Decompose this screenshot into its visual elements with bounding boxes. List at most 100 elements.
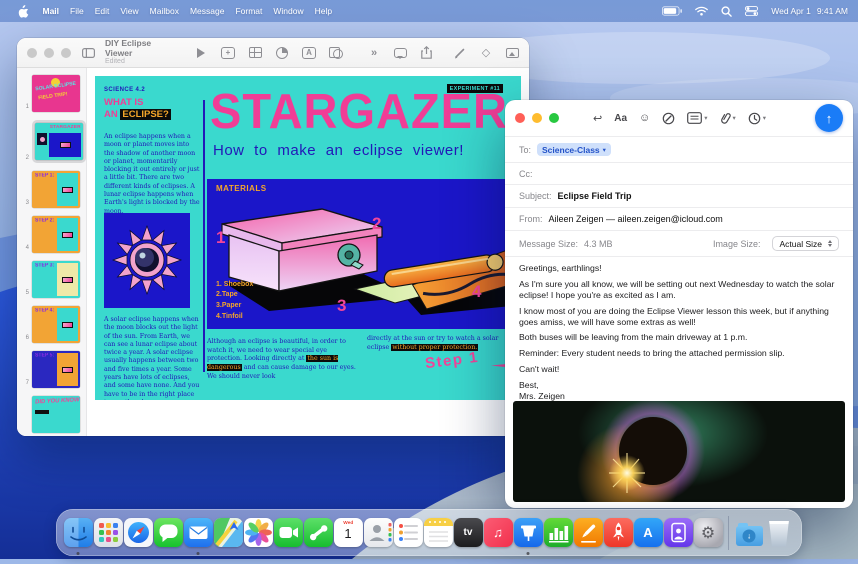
status-date: Wed Apr 1	[771, 6, 811, 16]
text-button[interactable]: A	[302, 45, 316, 61]
slide-thumbnail-4[interactable]: STEP 2:	[32, 216, 80, 253]
dock-item-keynote[interactable]	[513, 509, 543, 556]
materials-list: 1. Shoebox 2.Tape 3.Paper 4.Tinfoil	[216, 280, 253, 323]
slide-thumbnail-7[interactable]: STEP 5:	[32, 351, 80, 388]
media-button[interactable]	[505, 45, 519, 61]
current-slide[interactable]: SCIENCE 4.2 WHAT IS AN ECLIPSE? An eclip…	[95, 76, 521, 400]
dock-item-pages[interactable]	[573, 509, 603, 556]
slide-thumbnail-5[interactable]: STEP 3:	[32, 261, 80, 298]
slide-thumbnail-2[interactable]: STARGAZER	[35, 123, 83, 160]
dock-item-music[interactable]: ♫	[483, 509, 513, 556]
emoji-button[interactable]: ☺	[639, 112, 650, 124]
dock-item-classroom[interactable]	[663, 509, 693, 556]
attach-button[interactable]: ▾	[720, 111, 736, 125]
battery-icon[interactable]	[662, 6, 682, 16]
dock-item-app-store[interactable]: A	[633, 509, 663, 556]
chart-button[interactable]	[275, 45, 289, 61]
mail-compose-window: ↩ Aa ☺ ▾ ▾ ▾ ↑ To: Science-Class ▾	[505, 100, 853, 508]
menu-item-message[interactable]: Message	[184, 6, 230, 16]
dock-item-maps[interactable]	[213, 509, 243, 556]
animate-button[interactable]: ◇	[479, 45, 493, 61]
table-button[interactable]	[248, 45, 262, 61]
send-button[interactable]: ↑	[815, 104, 843, 132]
send-later-button[interactable]: ▾	[748, 112, 766, 125]
shape-button[interactable]	[329, 45, 343, 61]
dock-item-messages[interactable]	[153, 509, 183, 556]
dock-item-photos[interactable]	[243, 509, 273, 556]
cc-field[interactable]: Cc:	[505, 162, 853, 184]
image-size-select[interactable]: Actual Size	[772, 236, 839, 251]
close-button[interactable]	[515, 113, 525, 123]
dock-item-calendar[interactable]: Wed 1	[333, 509, 363, 556]
dock-item-downloads[interactable]: ↓	[734, 509, 764, 556]
safety-text-col1: Although an eclipse is beautiful, in ord…	[207, 338, 359, 381]
insert-button[interactable]: +	[221, 45, 235, 61]
menu-item-mail[interactable]: Mail	[37, 6, 65, 16]
dock-item-mail[interactable]	[183, 509, 213, 556]
slide-number: 2	[19, 155, 29, 163]
thumb-label: STEP 1:	[35, 173, 54, 178]
downloads-folder-icon: ↓	[736, 526, 763, 546]
slide-thumbnail-1[interactable]: SOLAR ECLIPSE FIELD TRIP!	[32, 75, 80, 112]
dock-item-notes[interactable]	[423, 509, 453, 556]
size-row: Message Size: 4.3 MB Image Size: Actual …	[505, 230, 853, 256]
dock-item-tv[interactable]: tv	[453, 509, 483, 556]
slide-thumbnail-8[interactable]: DID YOU KNOW?	[32, 396, 80, 433]
insert-icon: +	[221, 47, 235, 59]
dock-item-numbers[interactable]	[543, 509, 573, 556]
messages-icon	[154, 518, 183, 547]
slide-thumbnail-3[interactable]: STEP 1:	[32, 171, 80, 208]
search-icon[interactable]	[721, 6, 732, 17]
close-button[interactable]	[27, 48, 37, 58]
running-indicator	[527, 552, 530, 555]
menu-item-format[interactable]: Format	[230, 6, 268, 16]
apple-menu[interactable]	[10, 5, 37, 18]
from-field[interactable]: From: Aileen Zeigen — aileen.zeigen@iclo…	[505, 207, 853, 230]
menu-item-mailbox[interactable]: Mailbox	[144, 6, 184, 16]
sidebar-toggle-icon[interactable]	[81, 45, 95, 61]
subject-field[interactable]: Subject: Eclipse Field Trip	[505, 184, 853, 207]
share-button[interactable]	[419, 45, 433, 61]
dock-item-contacts[interactable]	[363, 509, 393, 556]
control-center-icon[interactable]	[745, 6, 758, 16]
subject-label: Subject:	[519, 191, 552, 201]
dock-separator	[728, 516, 729, 550]
wifi-icon[interactable]	[695, 6, 708, 16]
column-divider	[203, 100, 205, 372]
minimize-button[interactable]	[532, 113, 542, 123]
dock-item-settings[interactable]: ⚙	[693, 509, 723, 556]
format-button[interactable]: Aa	[614, 113, 627, 124]
message-body[interactable]: Greetings, earthlings! As I'm sure you a…	[505, 257, 853, 402]
dock-item-finder[interactable]	[63, 509, 93, 556]
dock-item-facetime[interactable]	[273, 509, 303, 556]
dock-item-schoolwork[interactable]	[603, 509, 633, 556]
play-button[interactable]	[194, 45, 208, 61]
menu-item-edit[interactable]: Edit	[89, 6, 115, 16]
finder-icon	[64, 518, 93, 547]
menu-item-help[interactable]: Help	[309, 6, 337, 16]
menu-item-window[interactable]: Window	[268, 6, 309, 16]
zoom-button[interactable]	[549, 113, 559, 123]
dock-item-phone[interactable]	[303, 509, 333, 556]
menu-bar-clock[interactable]: Wed Apr 1 9:41 AM	[771, 6, 848, 16]
dock-item-launchpad[interactable]	[93, 509, 123, 556]
dock-item-safari[interactable]	[123, 509, 153, 556]
undo-button[interactable]: ↩	[593, 112, 602, 125]
menu-item-file[interactable]: File	[65, 6, 90, 16]
to-field[interactable]: To: Science-Class ▾	[505, 136, 853, 162]
dock-item-trash[interactable]	[764, 509, 794, 556]
materials-panel: MATERIALS	[207, 179, 521, 329]
markup-button[interactable]	[662, 112, 675, 125]
slide-thumbnail-6[interactable]: STEP 4:	[32, 306, 80, 343]
stationery-button[interactable]: ▾	[687, 112, 707, 124]
comment-button[interactable]	[393, 45, 407, 61]
recipient-token[interactable]: Science-Class ▾	[537, 143, 611, 156]
menu-item-view[interactable]: View	[115, 6, 144, 16]
zoom-button[interactable]	[61, 48, 71, 58]
format-brush-button[interactable]	[453, 45, 467, 61]
dock-item-reminders[interactable]	[393, 509, 423, 556]
minimize-button[interactable]	[44, 48, 54, 58]
more-toolbar-button[interactable]: »	[367, 45, 381, 61]
eclipse-photo-attachment[interactable]	[513, 401, 845, 502]
sun-illustration-box	[104, 213, 190, 308]
